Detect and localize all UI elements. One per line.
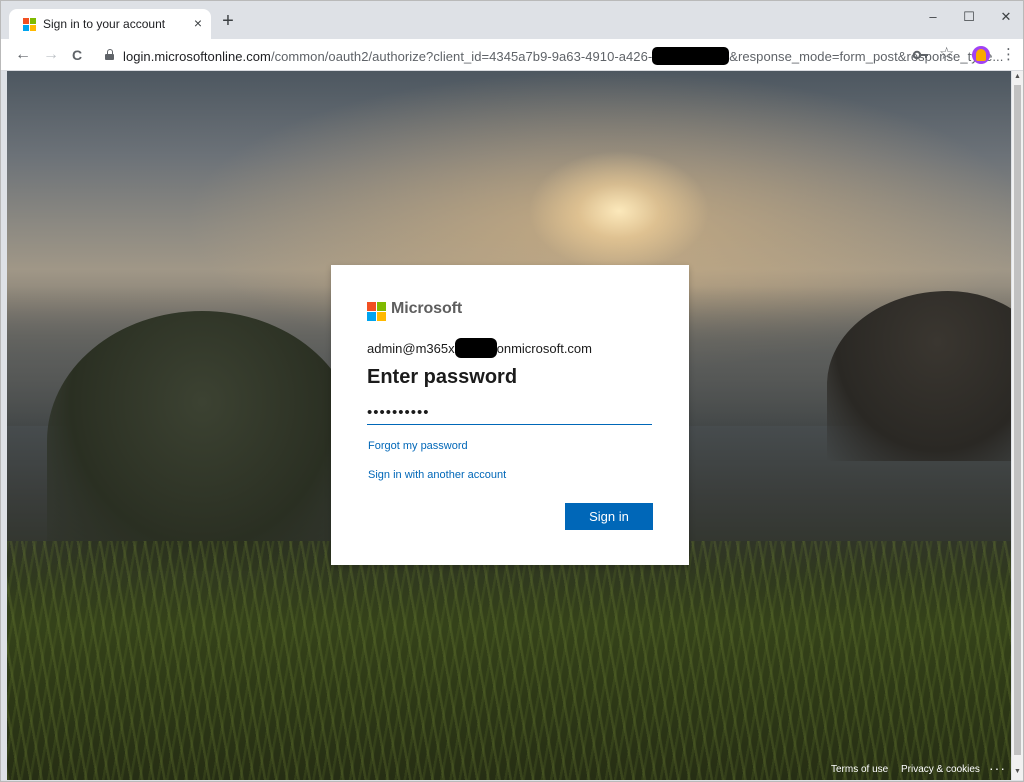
more-options-icon[interactable]: ···: [989, 760, 1006, 776]
minimize-button[interactable]: –: [919, 7, 947, 27]
tab-strip: Sign in to your account × + – ☐ ✕: [1, 1, 1023, 39]
password-field[interactable]: [367, 399, 652, 425]
scroll-up-arrow-icon[interactable]: ▲: [1014, 73, 1021, 80]
account-identity[interactable]: admin@m365x onmicrosoft.com: [367, 338, 592, 358]
url-host: login.microsoftonline.com: [123, 49, 271, 64]
lock-icon[interactable]: [105, 49, 114, 60]
background-mountain-left: [47, 311, 357, 571]
browser-tab[interactable]: Sign in to your account ×: [9, 9, 211, 39]
close-window-button[interactable]: ✕: [992, 7, 1020, 27]
page-title: Enter password: [367, 366, 518, 388]
tab-close-icon[interactable]: ×: [189, 14, 207, 32]
key-icon[interactable]: [913, 48, 929, 62]
scroll-thumb[interactable]: [1014, 85, 1021, 755]
browser-toolbar: ← → C login.microsoftonline.com/common/o…: [1, 39, 1023, 71]
microsoft-brand-text: Microsoft: [391, 300, 463, 317]
background-grass: [7, 541, 1011, 780]
signin-card: Microsoft admin@m365x onmicrosoft.com Ent…: [331, 265, 689, 565]
sign-in-button[interactable]: Sign in: [565, 503, 653, 530]
forgot-password-link[interactable]: Forgot my password: [368, 440, 468, 452]
url-path-end: &response_mode=form_post&response_type..…: [729, 49, 1004, 64]
vertical-scrollbar[interactable]: ▲ ▼: [1012, 71, 1023, 780]
browser-window: Sign in to your account × + – ☐ ✕ ← → C …: [0, 0, 1024, 782]
maximize-button[interactable]: ☐: [955, 7, 983, 27]
reload-button[interactable]: C: [67, 45, 87, 65]
url-text[interactable]: login.microsoftonline.com/common/oauth2/…: [123, 47, 1003, 65]
other-account-link[interactable]: Sign in with another account: [368, 469, 506, 481]
forward-button[interactable]: →: [41, 45, 61, 65]
address-bar[interactable]: login.microsoftonline.com/common/oauth2/…: [99, 43, 1003, 67]
microsoft-favicon-icon: [23, 18, 36, 31]
more-vert-icon[interactable]: ⋮: [1001, 45, 1016, 65]
tab-title: Sign in to your account: [43, 17, 166, 31]
url-path-start: /common/oauth2/authorize?client_id=4345a…: [270, 49, 653, 64]
redacted-block: [652, 47, 730, 65]
privacy-link[interactable]: Privacy & cookies: [901, 764, 980, 775]
identity-prefix: admin@m365x: [367, 341, 455, 356]
page-viewport: Microsoft admin@m365x onmicrosoft.com Ent…: [7, 71, 1011, 780]
new-tab-button[interactable]: +: [219, 11, 237, 31]
scroll-down-arrow-icon[interactable]: ▼: [1014, 768, 1021, 775]
star-icon[interactable]: ☆: [939, 44, 954, 64]
page-footer: Terms of use Privacy & cookies ···: [7, 760, 1011, 780]
identity-suffix: onmicrosoft.com: [496, 341, 592, 356]
profile-avatar[interactable]: [972, 46, 990, 64]
redacted-block: [454, 338, 497, 358]
terms-link[interactable]: Terms of use: [831, 764, 888, 775]
microsoft-logo-icon: [367, 302, 386, 321]
back-button[interactable]: ←: [13, 45, 33, 65]
